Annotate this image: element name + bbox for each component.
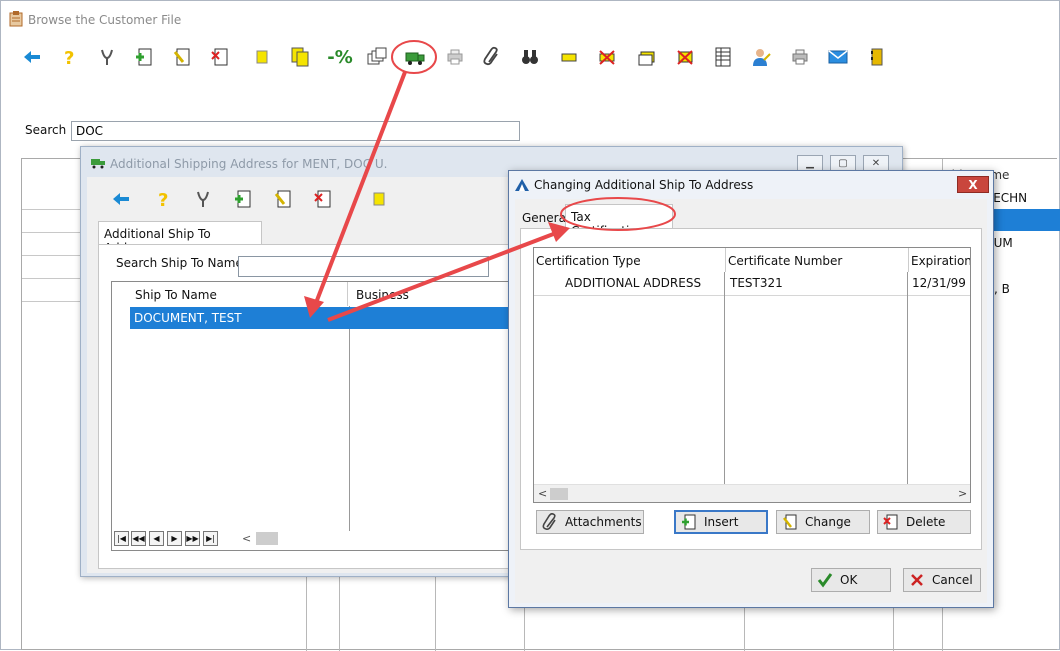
search-label: Search (25, 123, 67, 137)
insert-button[interactable]: Insert (674, 510, 768, 534)
tax-certifications-panel: Certification Type Certificate Number Ex… (520, 228, 982, 550)
scroll-left-icon[interactable]: < (242, 532, 251, 545)
close-button[interactable]: X (957, 176, 989, 193)
email-icon[interactable] (824, 43, 852, 71)
card-icon[interactable] (633, 43, 661, 71)
column-header-ship-to-name[interactable]: Ship To Name (127, 282, 347, 306)
truck-icon (91, 159, 105, 169)
horizontal-scrollbar-thumb[interactable] (256, 532, 278, 545)
attachments-label: Attachments (565, 515, 642, 529)
insert-label: Insert (704, 515, 739, 529)
delete-icon[interactable] (206, 43, 234, 71)
minimize-button[interactable]: ▁ (797, 155, 823, 171)
dialog2-titlebar: Changing Additional Ship To Address X (509, 171, 993, 199)
paperclip-icon[interactable] (478, 43, 506, 71)
delete-icon (883, 514, 898, 530)
window-titlebar: Browse the Customer File (1, 1, 1059, 39)
expiration-date-cell[interactable]: 12/31/99 (912, 276, 966, 290)
insert-icon[interactable] (130, 43, 158, 71)
ship-to-name-cell: DOCUMENT, TEST (134, 311, 242, 325)
next-record-icon[interactable]: ▶ (167, 531, 182, 546)
delete-icon[interactable] (309, 185, 337, 213)
column-header-business[interactable]: Business (347, 282, 522, 306)
attachments-button[interactable]: Attachments (536, 510, 644, 534)
list-navigation: |◀ ◀◀ ◀ ▶ ▶▶ ▶| < (112, 531, 516, 548)
back-arrow-icon[interactable] (18, 43, 46, 71)
search-ship-to-input[interactable] (238, 256, 489, 277)
delete-label: Delete (906, 515, 946, 529)
dialog1-title: Additional Shipping Address for MENT, DO… (110, 157, 388, 171)
tag-icon[interactable] (555, 43, 583, 71)
next-page-icon[interactable]: ▶▶ (185, 531, 200, 546)
certifications-grid: Certification Type Certificate Number Ex… (533, 247, 971, 503)
certification-type-cell[interactable]: ADDITIONAL ADDRESS (565, 276, 701, 290)
app-logo-icon (515, 179, 529, 191)
table-icon[interactable] (709, 43, 737, 71)
change-icon (783, 514, 797, 530)
window-title: Browse the Customer File (28, 13, 182, 27)
note-icon[interactable] (365, 185, 393, 213)
percent-button[interactable]: -% (323, 43, 357, 71)
dialog2-body: General Tax Certifications Certification… (515, 199, 987, 603)
truck-icon[interactable] (401, 43, 429, 71)
table-row-selected[interactable]: DOCUMENT, TEST (130, 307, 530, 329)
no-tag-icon[interactable] (593, 43, 621, 71)
cancel-label: Cancel (932, 573, 973, 587)
note-icon[interactable] (248, 43, 276, 71)
paperclip-icon (542, 513, 556, 530)
ship-to-list: Ship To Name Business DOCUMENT, TEST |◀ … (111, 281, 530, 551)
prev-page-icon[interactable]: ◀◀ (131, 531, 146, 546)
help-icon[interactable]: ? (149, 185, 177, 213)
print-disabled-icon[interactable] (441, 43, 469, 71)
column-header-expiration-date[interactable]: Expiration D (908, 248, 970, 272)
no-card-icon[interactable] (671, 43, 699, 71)
change-icon[interactable] (168, 43, 196, 71)
horizontal-scrollbar-thumb[interactable] (550, 488, 568, 500)
print-icon[interactable] (786, 43, 814, 71)
search-input[interactable] (71, 121, 520, 141)
close-button[interactable]: ✕ (863, 155, 889, 171)
ok-label: OK (840, 573, 858, 587)
user-icon[interactable] (747, 43, 775, 71)
certificate-number-cell[interactable]: TEST321 (730, 276, 783, 290)
multi-note-icon[interactable] (286, 43, 314, 71)
first-page-icon[interactable]: |◀ (114, 531, 129, 546)
change-label: Change (805, 515, 851, 529)
change-icon[interactable] (269, 185, 297, 213)
book-icon[interactable] (863, 43, 891, 71)
svg-text:?: ? (64, 48, 74, 68)
delete-button[interactable]: Delete (877, 510, 971, 534)
search-ship-to-label: Search Ship To Name (116, 256, 243, 270)
svg-text:?: ? (158, 190, 168, 210)
copy-windows-icon[interactable] (363, 43, 391, 71)
tab-general[interactable]: General (520, 206, 569, 228)
dialog1-toolbar: ? (91, 179, 511, 219)
help-icon[interactable]: ? (55, 43, 83, 71)
change-button[interactable]: Change (776, 510, 870, 534)
prev-record-icon[interactable]: ◀ (149, 531, 164, 546)
insert-icon[interactable] (229, 185, 257, 213)
horizontal-scrollbar[interactable]: < > (534, 484, 970, 502)
cancel-x-icon (911, 574, 923, 586)
ok-button[interactable]: OK (811, 568, 891, 592)
wishbone-icon[interactable] (93, 43, 121, 71)
column-header-certification-type[interactable]: Certification Type (534, 248, 724, 272)
tab-additional-ship-to[interactable]: Additional Ship To Addresses (98, 221, 262, 255)
tab-tax-certifications[interactable]: Tax Certifications (565, 204, 673, 238)
cancel-button[interactable]: Cancel (903, 568, 981, 592)
scroll-left-icon[interactable]: < (538, 487, 547, 500)
binoculars-icon[interactable] (516, 43, 544, 71)
changing-ship-to-dialog: Changing Additional Ship To Address X Ge… (508, 170, 994, 608)
checkmark-icon (817, 573, 833, 588)
back-arrow-icon[interactable] (107, 185, 135, 213)
insert-icon (682, 514, 696, 530)
scroll-right-icon[interactable]: > (958, 487, 967, 500)
clipboard-app-icon (9, 11, 23, 27)
dialog2-title: Changing Additional Ship To Address (534, 178, 754, 192)
column-header-certificate-number[interactable]: Certificate Number (725, 248, 908, 272)
maximize-button[interactable]: ▢ (830, 155, 856, 171)
last-page-icon[interactable]: ▶| (203, 531, 218, 546)
wishbone-icon[interactable] (189, 185, 217, 213)
